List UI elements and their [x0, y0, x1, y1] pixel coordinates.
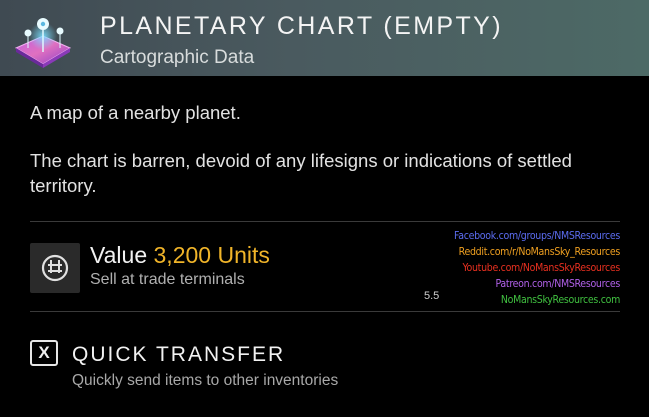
divider: [30, 311, 620, 312]
divider: [30, 221, 620, 222]
item-description-short: A map of a nearby planet.: [30, 102, 241, 123]
value-amount: 3,200 Units: [153, 242, 270, 268]
planetary-chart-icon: [14, 18, 72, 68]
watermark-line: Reddit.com/r/NoMansSky_Resources: [458, 246, 621, 258]
value-subtext: Sell at trade terminals: [90, 271, 245, 288]
watermark-line: Patreon.com/NMSResources: [495, 278, 621, 290]
value-label: Value: [90, 242, 148, 268]
watermark-line: NoMansSkyResources.com: [500, 294, 620, 306]
item-value: Value 3,200 Units: [90, 242, 270, 269]
item-description-long: The chart is barren, devoid of any lifes…: [30, 150, 572, 196]
units-currency-icon: [30, 243, 80, 293]
watermark-line: Youtube.com/NoMansSkyResources: [462, 262, 620, 274]
version-label: 5.5: [424, 290, 440, 302]
item-title: PLANETARY CHART (EMPTY): [100, 12, 503, 40]
quick-transfer-subtext: Quickly send items to other inventories: [72, 372, 339, 389]
watermark-line: Facebook.com/groups/NMSResources: [454, 230, 620, 242]
item-header: PLANETARY CHART (EMPTY) Cartographic Dat…: [0, 0, 649, 76]
quick-transfer-label[interactable]: QUICK TRANSFER: [72, 343, 285, 367]
quick-transfer-key-button[interactable]: X: [30, 340, 58, 366]
item-category: Cartographic Data: [100, 47, 255, 68]
watermark: Facebook.com/groups/NMSResources Reddit.…: [454, 228, 620, 308]
